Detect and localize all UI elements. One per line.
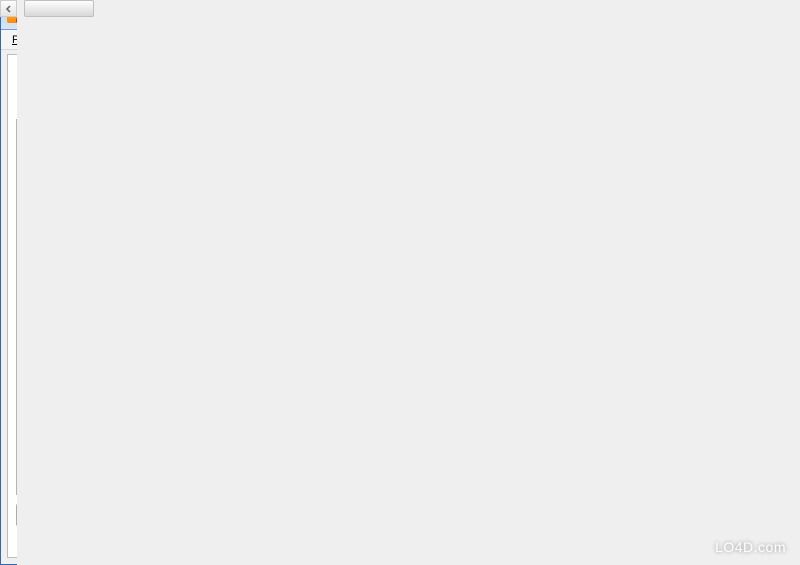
scroll-left-button[interactable] bbox=[0, 0, 17, 17]
app-window: Recovery Toolbox for Outlook (Personal r… bbox=[0, 0, 800, 565]
folders-pane: Folders Top of Personal Folders (1 Calen… bbox=[16, 119, 232, 495]
content: PREVIEW of data to be recovered Inspect … bbox=[7, 54, 793, 558]
scroll-thumb[interactable] bbox=[24, 0, 94, 17]
